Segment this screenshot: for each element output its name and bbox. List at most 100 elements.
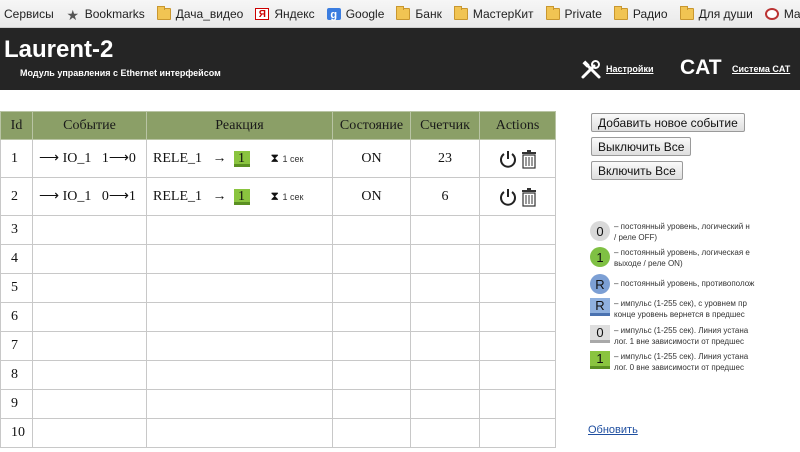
bookmark-label: Bookmarks	[84, 6, 145, 21]
level-1-icon: 1	[590, 247, 610, 267]
bookmark-label: Дача_видео	[175, 6, 244, 21]
counter-cell: 23	[410, 139, 480, 178]
bookmark-label: Private	[564, 6, 602, 21]
bookmark-dacha-video[interactable]: Дача_видео	[156, 5, 244, 21]
cat-system-link[interactable]: Система CAT	[732, 64, 790, 74]
row-id: 5	[0, 273, 33, 303]
bookmark-label: МастерКит	[472, 6, 534, 21]
refresh-link[interactable]: Обновить	[588, 424, 638, 436]
table-row: 3	[0, 215, 556, 245]
folder-icon	[613, 5, 628, 20]
table-row: 5	[0, 273, 556, 303]
turn-on-all-button[interactable]: Включить Все	[591, 161, 683, 180]
hourglass-icon: ⧗	[270, 150, 279, 165]
event-io: IO_1	[62, 151, 92, 166]
page-header: Laurent-2 Модуль управления с Ethernet и…	[0, 28, 800, 90]
legend-item: R – импульс (1-255 сек), с уровнем пр кон…	[590, 298, 800, 320]
bookmark-label: Сервисы	[4, 6, 54, 21]
table-row: 8	[0, 360, 556, 390]
folder-icon	[156, 5, 171, 20]
bookmark-masterkit[interactable]: МастерКит	[453, 5, 534, 21]
add-event-button[interactable]: Добавить новое событие	[591, 113, 745, 132]
reaction-duration: 1 сек	[282, 191, 304, 202]
trash-icon[interactable]	[520, 149, 538, 169]
bookmark-private[interactable]: Private	[545, 5, 602, 21]
settings-link[interactable]: Настройки	[606, 64, 653, 74]
table-header-row: Id Событие Реакция Состояние Счетчик Act…	[0, 111, 556, 140]
google-icon: g	[326, 7, 341, 21]
bookmark-bank[interactable]: Банк	[396, 5, 442, 21]
cat-title: CAT	[680, 56, 722, 79]
reaction-relay: RELE_1	[153, 150, 202, 166]
event-cell[interactable]: ⟶ IO_1 1⟶0	[32, 139, 147, 178]
event-transition: 0⟶1	[101, 189, 136, 204]
folder-icon	[679, 5, 694, 20]
bookmark-label: Радио	[632, 6, 668, 21]
col-event: Событие	[32, 111, 147, 140]
reaction-cell[interactable]: RELE_1 → 1 ⧗ 1 сек	[146, 139, 333, 178]
table-row: 9	[0, 389, 556, 419]
table-row: 4	[0, 244, 556, 274]
table-row: 10	[0, 418, 556, 448]
level-r-icon: R	[590, 274, 610, 294]
bookmark-radio[interactable]: Радио	[613, 5, 668, 21]
bookmark-label: Банк	[415, 6, 442, 21]
col-counter: Счетчик	[410, 111, 480, 140]
power-icon[interactable]	[498, 149, 518, 169]
legend-item: 1 – импульс (1-255 сек). Линия устана лог…	[590, 351, 800, 373]
row-id: 9	[0, 389, 33, 419]
trash-icon[interactable]	[520, 187, 538, 207]
actions-cell	[479, 139, 556, 178]
bookmark-yandex[interactable]: Я Яндекс	[255, 7, 315, 21]
site-icon	[764, 7, 779, 20]
level-0-icon: 0	[590, 221, 610, 241]
col-state: Состояние	[332, 111, 411, 140]
row-id: 7	[0, 331, 33, 361]
legend-item: 0 – импульс (1-255 сек). Линия устана лог…	[590, 325, 800, 347]
counter-cell: 6	[410, 177, 480, 216]
bookmark-bookmarks[interactable]: ★ Bookmarks	[66, 6, 145, 22]
pulse-r-icon: R	[590, 298, 610, 316]
bookmark-label: Google	[345, 6, 385, 21]
table-row: 7	[0, 331, 556, 361]
reaction-arrow: →	[212, 150, 227, 166]
row-id: 8	[0, 360, 33, 390]
arrow-right-icon: ⟶	[39, 151, 60, 166]
bookmark-google[interactable]: g Google	[326, 6, 385, 21]
row-id: 10	[0, 418, 33, 448]
event-cell[interactable]: ⟶ IO_1 0⟶1	[32, 177, 147, 216]
legend-item: 0 – постоянный уровень, логический н / ре…	[590, 221, 800, 243]
actions-cell	[479, 177, 556, 216]
folder-icon	[396, 5, 411, 20]
row-id: 6	[0, 302, 33, 332]
bookmarks-bar: Сервисы ★ Bookmarks Дача_видео Я Яндекс …	[0, 0, 800, 28]
reaction-cell[interactable]: RELE_1 → 1 ⧗ 1 сек	[146, 177, 333, 216]
bookmark-dlya-dushi[interactable]: Для души	[679, 5, 753, 21]
level-badge: 1	[233, 188, 250, 205]
bookmark-services[interactable]: Сервисы	[4, 7, 54, 21]
state-cell: ON	[332, 177, 411, 216]
col-reaction: Реакция	[146, 111, 333, 140]
row-id: 3	[0, 215, 33, 245]
settings-link-group[interactable]: Настройки	[580, 58, 653, 80]
power-icon[interactable]	[498, 187, 518, 207]
yandex-icon: Я	[255, 7, 270, 20]
pulse-1-icon: 1	[590, 351, 610, 369]
table-row: 6	[0, 302, 556, 332]
arrow-right-icon: ⟶	[39, 189, 60, 204]
bookmark-label: Main Me	[783, 6, 800, 21]
tools-icon	[581, 60, 601, 79]
events-table: Id Событие Реакция Состояние Счетчик Act…	[0, 111, 556, 448]
col-id: Id	[0, 111, 33, 140]
pulse-0-icon: 0	[590, 325, 610, 343]
event-io: IO_1	[62, 189, 92, 204]
logo: Laurent-2	[4, 36, 114, 63]
folder-icon	[545, 5, 560, 20]
turn-off-all-button[interactable]: Выключить Все	[591, 137, 692, 156]
reaction-relay: RELE_1	[153, 188, 202, 204]
reaction-arrow: →	[212, 188, 227, 204]
state-cell: ON	[332, 139, 411, 178]
row-id: 1	[0, 139, 33, 178]
bookmark-main[interactable]: Main Me	[764, 6, 800, 21]
reaction-duration: 1 сек	[282, 153, 304, 164]
